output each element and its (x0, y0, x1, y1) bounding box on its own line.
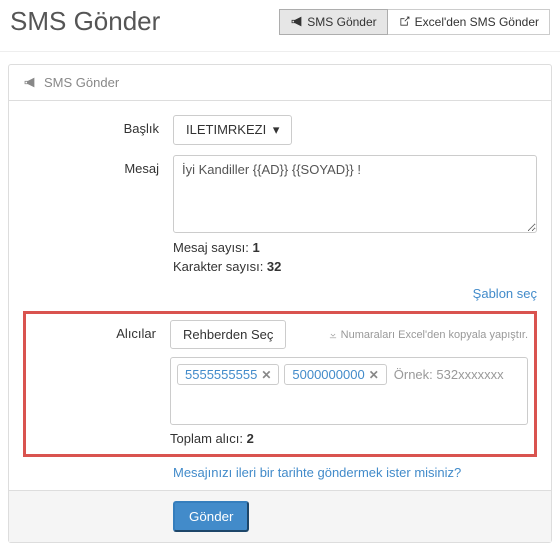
excel-paste-hint: Numaraları Excel'den kopyala yapıştır. (328, 329, 528, 341)
download-icon (328, 330, 338, 340)
tab-excel-label: Excel'den SMS Gönder (415, 15, 539, 29)
tab-excel[interactable]: Excel'den SMS Gönder (388, 9, 550, 35)
megaphone-icon (290, 15, 303, 28)
message-count: Mesaj sayısı: 1 (173, 240, 537, 255)
recipient-tag: 5000000000 ✕ (284, 364, 386, 385)
tab-sms-label: SMS Gönder (307, 15, 376, 29)
recipients-placeholder: Örnek: 532xxxxxxx (392, 364, 506, 385)
recipients-label: Alıcılar (32, 320, 170, 446)
title-dropdown[interactable]: ILETIMRKEZI ▾ (173, 115, 292, 145)
recipient-number: 5555555555 (185, 367, 257, 382)
tab-sms[interactable]: SMS Gönder (279, 9, 387, 35)
recipients-input[interactable]: 5555555555 ✕ 5000000000 ✕ Örnek: 532xxxx… (170, 357, 528, 425)
sms-panel: SMS Gönder Başlık ILETIMRKEZI ▾ Mesaj Me… (8, 64, 552, 543)
recipients-total: Toplam alıcı: 2 (170, 431, 528, 446)
recipients-section: Alıcılar Rehberden Seç Numaraları Excel'… (23, 311, 537, 457)
header-tabs: SMS Gönder Excel'den SMS Gönder (279, 9, 550, 35)
message-label: Mesaj (23, 155, 173, 301)
title-value: ILETIMRKEZI (186, 122, 266, 137)
title-label: Başlık (23, 115, 173, 145)
panel-header: SMS Gönder (9, 65, 551, 101)
panel-footer: Gönder (9, 490, 551, 542)
remove-tag-icon[interactable]: ✕ (369, 368, 379, 382)
template-link[interactable]: Şablon seç (473, 286, 537, 301)
contacts-button[interactable]: Rehberden Seç (170, 320, 286, 349)
schedule-link[interactable]: Mesajınızı ileri bir tarihte göndermek i… (173, 465, 461, 480)
recipient-tag: 5555555555 ✕ (177, 364, 279, 385)
chevron-down-icon: ▾ (273, 122, 280, 137)
page-title: SMS Gönder (10, 6, 160, 37)
submit-button[interactable]: Gönder (173, 501, 249, 532)
char-count: Karakter sayısı: 32 (173, 259, 537, 274)
panel-title: SMS Gönder (44, 75, 119, 90)
recipient-number: 5000000000 (292, 367, 364, 382)
external-link-icon (398, 15, 411, 28)
remove-tag-icon[interactable]: ✕ (261, 368, 271, 382)
message-input[interactable] (173, 155, 537, 233)
megaphone-icon (23, 76, 36, 89)
